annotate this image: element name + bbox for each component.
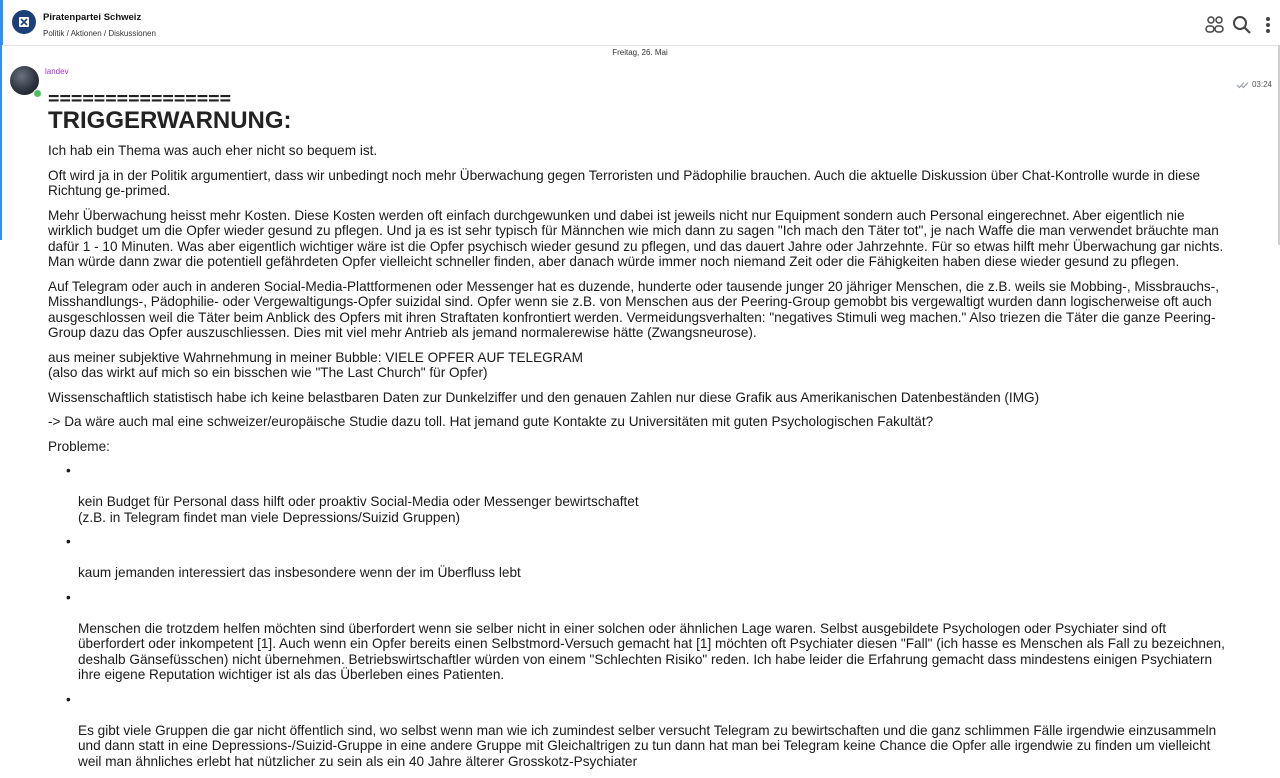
message-paragraph: aus meiner subjektive Wahrnehmung in mei… [48,349,583,381]
list-item-text: kaum jemanden interessiert das insbesond… [78,565,521,580]
bullet-icon: • [66,463,71,478]
list-item-text: Menschen die trotzdem helfen möchten sin… [78,620,1225,683]
list-item: • Menschen die trotzdem helfen möchten s… [48,590,1226,683]
message-paragraph: Probleme: [48,438,110,454]
list-item: • Es gibt viele Gruppen die gar nicht öf… [48,692,1226,770]
message-author[interactable]: landev [45,67,69,76]
bullet-icon: • [66,589,71,605]
message-time: 03:24 [1251,80,1272,89]
problems-list: • kein Budget für Personal dass hilft od… [48,463,1226,769]
read-checkmarks-icon [1236,81,1249,88]
message-paragraph: Mehr Überwachung heisst mehr Kosten. Die… [48,207,1224,270]
selection-indicator [0,45,2,240]
online-status-dot [33,89,42,98]
more-icon[interactable] [1257,14,1279,36]
group-logo[interactable] [12,10,36,34]
bullet-icon: • [66,534,71,549]
list-item: • kaum jemanden interessiert das insbeso… [48,534,1226,581]
list-item-text: kein Budget für Personal dass hilft oder… [78,494,639,525]
bullet-icon: • [66,691,71,707]
message-heading: TRIGGERWARNUNG: [48,107,292,134]
message-body: ================ TRIGGERWARNUNG: Ich hab… [48,88,1226,778]
list-item: • kein Budget für Personal dass hilft od… [48,463,1226,525]
message-paragraph: Auf Telegram oder auch in anderen Social… [48,278,1219,341]
breadcrumb[interactable]: Politik / Aktionen / Diskussionen [43,29,156,38]
list-item-text: Es gibt viele Gruppen die gar nicht öffe… [78,722,1217,769]
header-accent-bar [0,0,3,45]
message-paragraph: Oft wird ja in der Politik argumentiert,… [48,167,1201,199]
message-paragraph: Wissenschaftlich statistisch habe ich ke… [48,389,1040,405]
separator-line: ================ [48,87,232,109]
message-paragraph: Ich hab ein Thema was auch eher nicht so… [48,143,378,158]
pirate-logo-icon [19,17,29,27]
members-icon[interactable] [1204,14,1226,36]
message-paragraph: -> Da wäre auch mal eine schweizer/europ… [48,414,934,429]
date-separator: Freitag, 26. Mai [612,48,668,57]
chat-title[interactable]: Piratenpartei Schweiz [43,12,141,23]
search-icon[interactable] [1231,14,1253,36]
chat-header: Piratenpartei Schweiz Politik / Aktionen… [0,0,1280,46]
message-meta: 03:24 [1236,80,1272,89]
